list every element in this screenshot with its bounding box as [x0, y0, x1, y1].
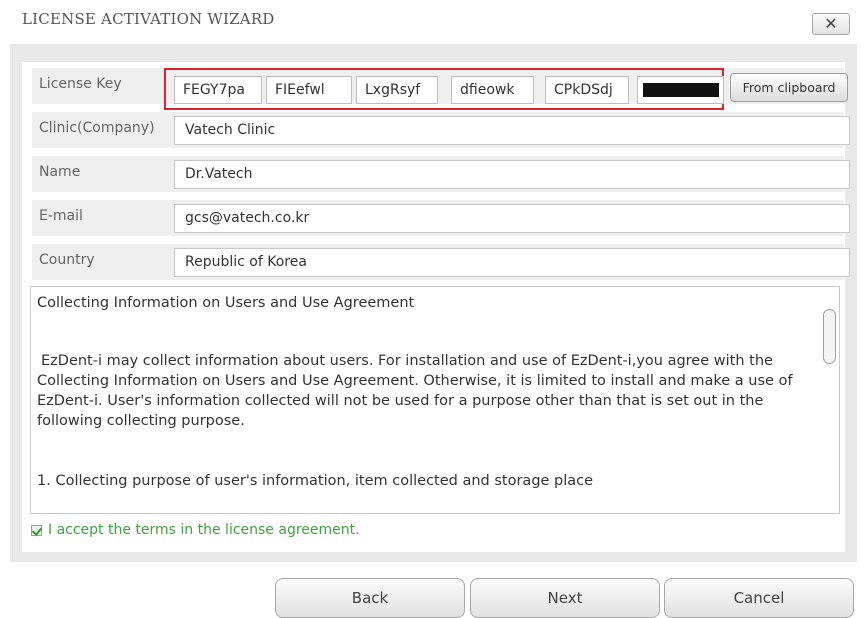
scrollbar-thumb[interactable] — [823, 309, 836, 364]
close-button[interactable]: ✕ — [812, 13, 850, 35]
country-row: Country Republic of Korea — [32, 244, 850, 280]
form-panel: License Key FEGY7pa FIEefwl LxgRsyf dfie… — [22, 62, 850, 552]
accept-checkbox[interactable] — [31, 524, 42, 536]
country-label: Country — [39, 252, 95, 268]
name-row: Name Dr.Vatech — [32, 156, 850, 192]
from-clipboard-button[interactable]: From clipboard — [730, 73, 848, 102]
redaction-mask — [643, 83, 719, 97]
window-title: LICENSE ACTIVATION WIZARD — [22, 10, 275, 28]
clinic-input[interactable]: Vatech Clinic — [174, 116, 850, 145]
license-key-label: License Key — [39, 76, 122, 92]
email-row: E-mail gcs@vatech.co.kr — [32, 200, 850, 236]
license-key-highlight: FEGY7pa FIEefwl LxgRsyf dfieowk CPkDSdj — [164, 68, 724, 110]
wizard-frame: License Key FEGY7pa FIEefwl LxgRsyf dfie… — [10, 44, 857, 562]
email-label: E-mail — [39, 208, 83, 224]
cancel-button[interactable]: Cancel — [664, 578, 854, 618]
close-icon: ✕ — [824, 14, 838, 33]
agreement-text: Collecting Information on Users and Use … — [37, 293, 817, 491]
license-key-segment-1[interactable]: FEGY7pa — [174, 76, 262, 104]
license-key-segment-4[interactable]: dfieowk — [451, 76, 534, 104]
clinic-row: Clinic(Company) Vatech Clinic — [32, 112, 850, 148]
license-key-segment-5[interactable]: CPkDSdj — [545, 76, 629, 104]
title-bar: LICENSE ACTIVATION WIZARD ✕ — [0, 0, 864, 44]
agreement-textbox[interactable]: Collecting Information on Users and Use … — [30, 286, 840, 514]
license-key-row: License Key FEGY7pa FIEefwl LxgRsyf dfie… — [32, 68, 848, 110]
license-key-segment-3[interactable]: LxgRsyf — [356, 76, 438, 104]
email-input[interactable]: gcs@vatech.co.kr — [174, 204, 850, 233]
country-input[interactable]: Republic of Korea — [174, 248, 850, 277]
license-key-segment-2[interactable]: FIEefwl — [266, 76, 352, 104]
agreement-item-1: 1. Collecting purpose of user's informat… — [37, 473, 594, 489]
next-button[interactable]: Next — [470, 578, 660, 618]
name-label: Name — [39, 164, 81, 180]
agreement-body: EzDent-i may collect information about u… — [37, 353, 793, 429]
license-key-segment-6[interactable] — [637, 76, 724, 104]
accept-label: I accept the terms in the license agreem… — [48, 522, 360, 538]
footer: Back Next Cancel — [0, 562, 864, 618]
name-input[interactable]: Dr.Vatech — [174, 160, 850, 189]
back-button[interactable]: Back — [275, 578, 465, 618]
agreement-title: Collecting Information on Users and Use … — [37, 295, 415, 311]
clinic-label: Clinic(Company) — [39, 120, 155, 136]
accept-terms[interactable]: I accept the terms in the license agreem… — [31, 520, 360, 540]
